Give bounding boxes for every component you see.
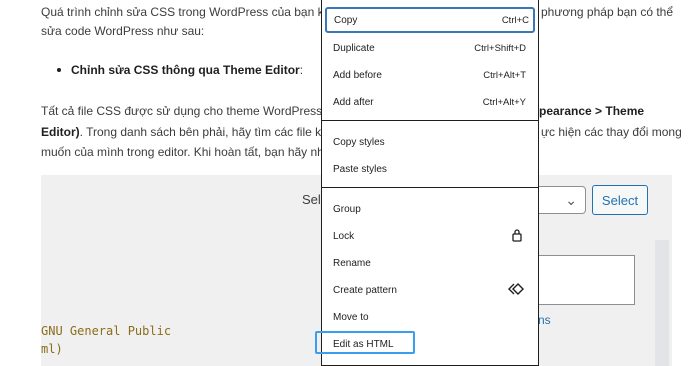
bullet-dot (57, 68, 61, 72)
menu-item-lock[interactable]: Lock (322, 223, 538, 249)
chevron-down-icon: ⌄ (565, 192, 577, 208)
code-line-2: ml) (41, 342, 63, 356)
code-line-1: GNU General Public (41, 324, 172, 338)
menu-item-add-after[interactable]: Add after Ctrl+Alt+Y (322, 89, 538, 115)
select-button[interactable]: Select (592, 185, 648, 215)
paragraph-line-2-right: ực hiện các thay đổi mong (541, 125, 682, 139)
menu-item-group[interactable]: Group (322, 196, 538, 222)
paragraph-line-1-right: pearance > Theme (539, 104, 645, 118)
menu-item-move-to[interactable]: Move to (322, 304, 538, 330)
article-line-1-right: phương pháp bạn có thể (541, 5, 674, 19)
bullet-item-title: Chỉnh sửa CSS thông qua Theme Editor (71, 63, 300, 77)
menu-item-copy-styles[interactable]: Copy styles (322, 129, 538, 155)
article-line-2: sửa code WordPress như sau: (41, 24, 205, 38)
lock-icon (512, 229, 522, 242)
menu-separator (322, 187, 538, 188)
diamond-arrows-icon (508, 283, 524, 295)
paragraph-line-1: Tất cả file CSS được sử dụng cho theme W… (41, 104, 345, 118)
editor-scrollbar[interactable] (655, 240, 669, 366)
menu-item-rename[interactable]: Rename (322, 250, 538, 276)
select-theme-label: Sel (302, 192, 321, 207)
article-line-1-left: Quá trình chỉnh sửa CSS trong WordPress … (41, 5, 347, 19)
menu-separator (322, 120, 538, 121)
menu-item-create-pattern[interactable]: Create pattern (322, 277, 538, 303)
article-line-1: Quá trình chỉnh sửa CSS trong WordPress … (41, 5, 347, 19)
block-context-menu: Copy Ctrl+C Duplicate Ctrl+Shift+D Add b… (321, 0, 539, 366)
menu-item-copy[interactable]: Copy Ctrl+C (325, 7, 535, 33)
menu-item-paste-styles[interactable]: Paste styles (322, 156, 538, 182)
file-link[interactable]: ns (538, 313, 551, 327)
paragraph-line-3: muốn của mình trong editor. Khi hoàn tất… (41, 145, 338, 159)
menu-item-add-before[interactable]: Add before Ctrl+Alt+T (322, 62, 538, 88)
menu-item-duplicate[interactable]: Duplicate Ctrl+Shift+D (322, 35, 538, 61)
bullet-item: Chỉnh sửa CSS thông qua Theme Editor: (71, 63, 304, 77)
paragraph-line-2: Editor). Trong danh sách bên phải, hãy t… (41, 125, 338, 139)
edit-as-html-highlight (315, 331, 415, 354)
file-list-box (528, 255, 635, 305)
